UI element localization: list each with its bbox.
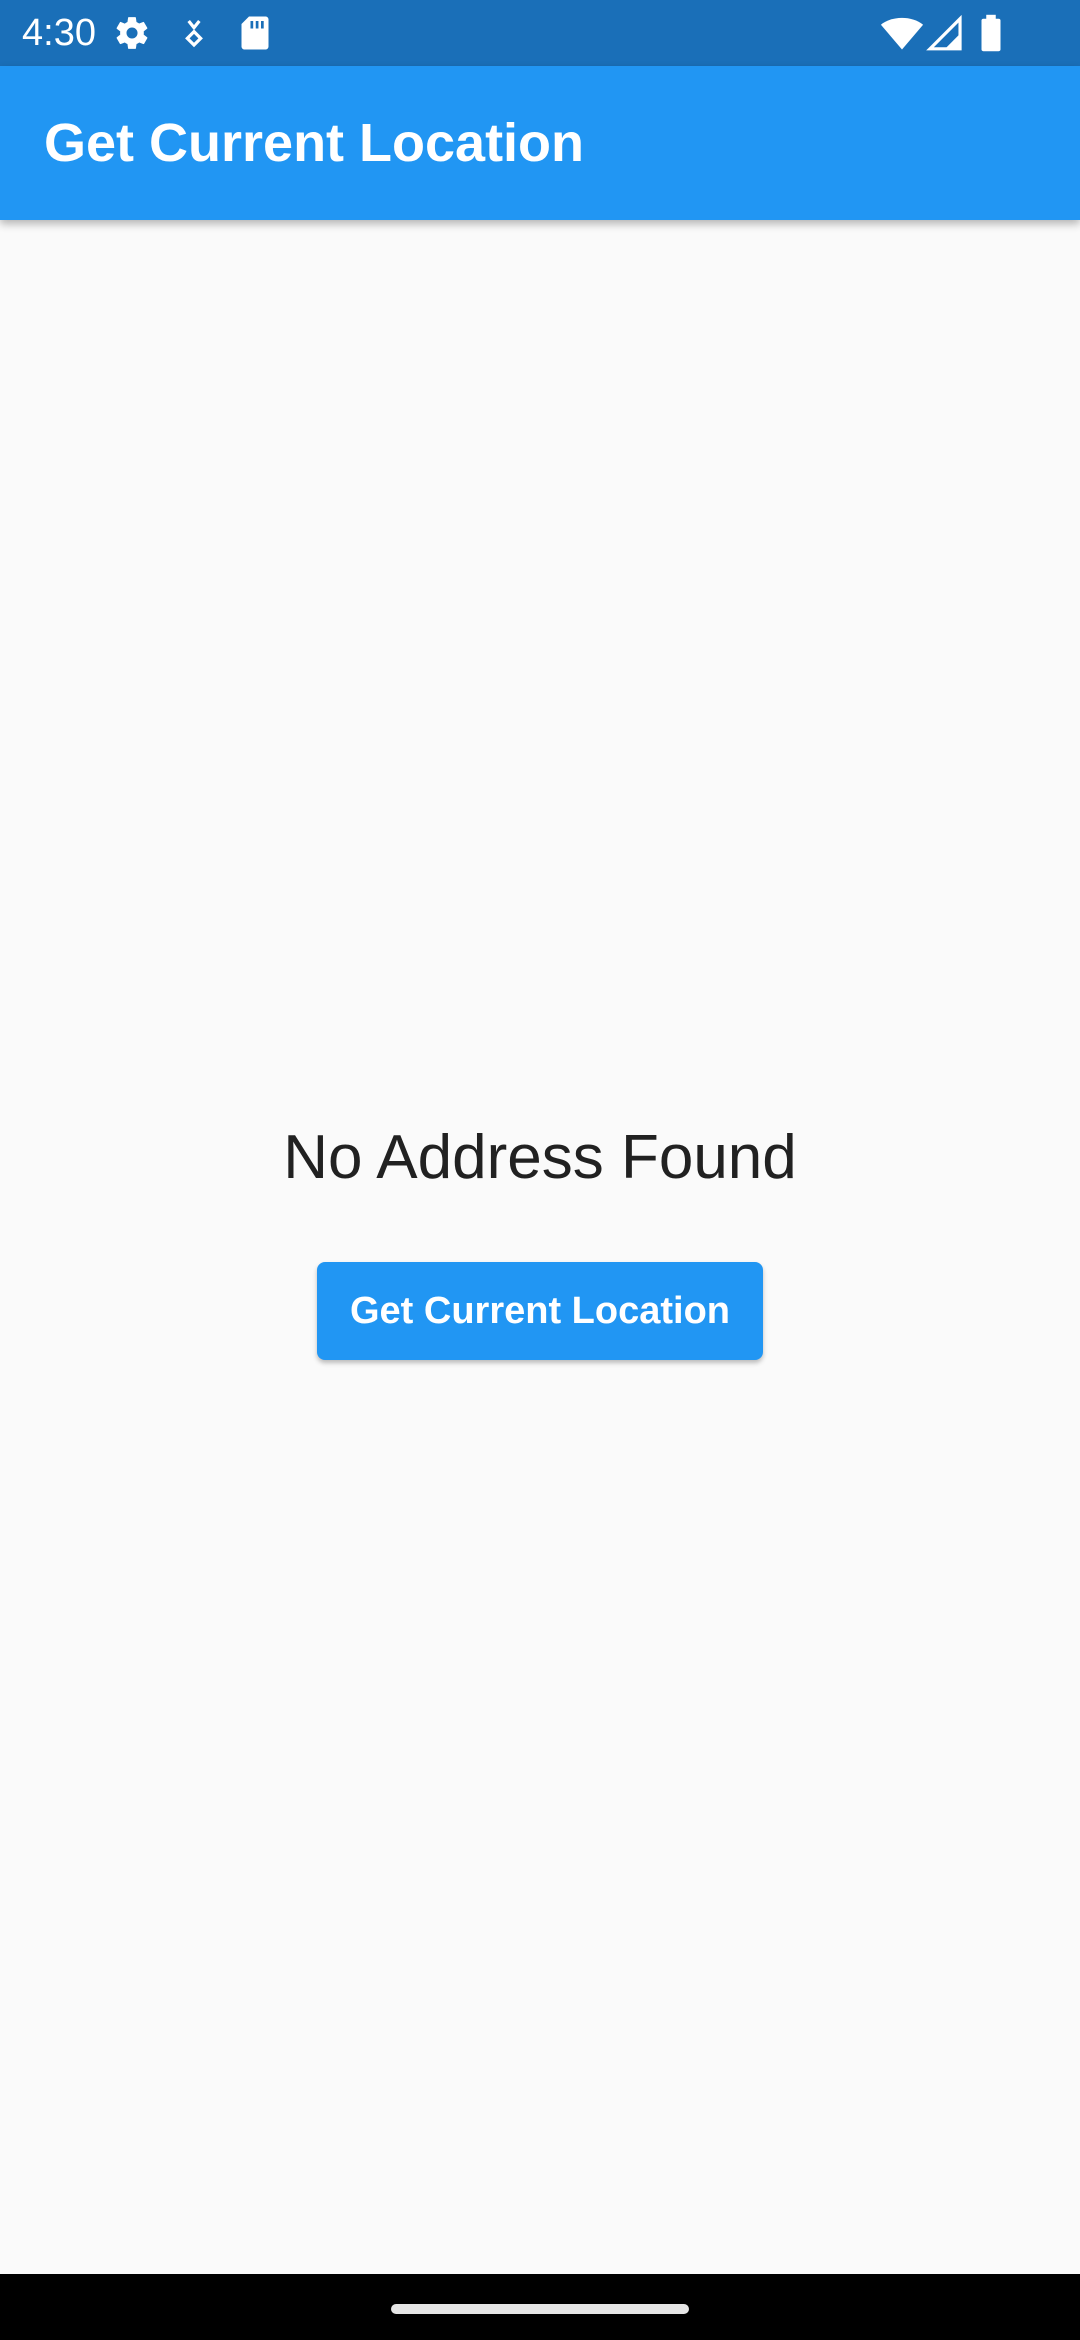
app-bar: Get Current Location: [0, 66, 1080, 220]
settings-gear-icon: [116, 17, 148, 49]
download-icon: [185, 20, 203, 48]
sd-card-icon: [241, 16, 269, 50]
app-screen: 4:30 Get Current Location No Address Fou…: [0, 0, 1080, 2340]
address-text: No Address Found: [283, 1123, 797, 1192]
wifi-icon: [880, 17, 924, 50]
get-current-location-button[interactable]: Get Current Location: [317, 1262, 763, 1360]
status-time: 4:30: [22, 12, 96, 54]
battery-icon: [981, 14, 1001, 52]
main-content: No Address Found Get Current Location: [0, 220, 1080, 2274]
cellular-signal-icon: [926, 14, 962, 51]
app-bar-title: Get Current Location: [44, 113, 585, 173]
status-bar: 4:30: [0, 0, 1080, 66]
home-gesture-indicator[interactable]: [391, 2304, 689, 2314]
navigation-bar: [0, 2274, 1080, 2340]
